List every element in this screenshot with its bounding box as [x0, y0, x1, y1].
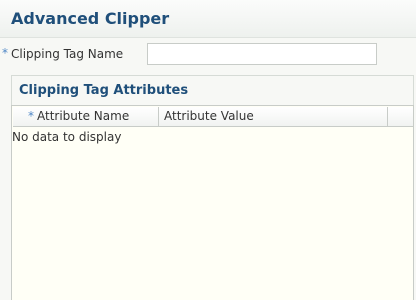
panel-header: Advanced Clipper [0, 0, 416, 38]
panel-title: Advanced Clipper [11, 9, 170, 28]
empty-table-message: No data to display [12, 130, 122, 144]
required-marker: * [2, 46, 8, 60]
column-header-attribute-name[interactable]: * Attribute Name [13, 107, 159, 126]
column-header-attribute-value[interactable]: Attribute Value [159, 107, 388, 126]
table-header: * Attribute Name Attribute Value [13, 107, 413, 127]
required-marker: * [28, 109, 34, 123]
clipping-tag-name-row: * Clipping Tag Name [0, 43, 416, 65]
column-label: Attribute Name [37, 109, 130, 123]
clipping-tag-name-label: Clipping Tag Name [11, 47, 124, 61]
advanced-clipper-panel: Advanced Clipper * Clipping Tag Name Cli… [0, 0, 416, 300]
section-title: Clipping Tag Attributes [19, 83, 189, 98]
column-label: Attribute Value [164, 109, 254, 123]
clipping-tag-name-input[interactable] [147, 43, 377, 65]
